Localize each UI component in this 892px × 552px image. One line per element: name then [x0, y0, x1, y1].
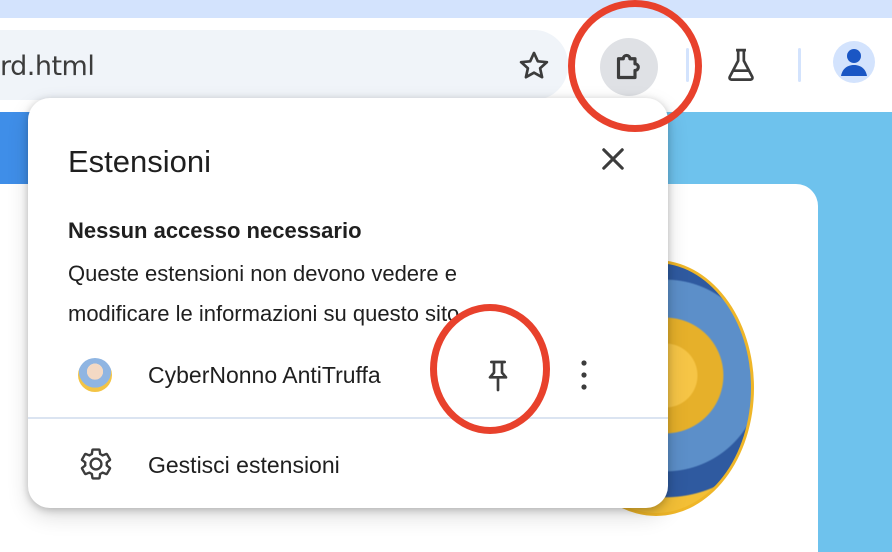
extension-avatar-icon — [78, 358, 112, 392]
extensions-popup: Estensioni Nessun accesso necessario Que… — [28, 98, 668, 508]
manage-extensions-button[interactable]: Gestisci estensioni — [28, 440, 668, 490]
section-title: Nessun accesso necessario — [68, 218, 362, 243]
star-icon[interactable] — [516, 49, 552, 83]
tab-strip — [0, 0, 892, 18]
address-bar-url[interactable]: rd.html — [0, 51, 95, 82]
popup-title: Estensioni — [68, 144, 212, 179]
extension-name[interactable]: CyberNonno AntiTruffa — [148, 362, 381, 389]
more-vert-icon[interactable] — [572, 356, 596, 394]
toolbar-separator — [798, 48, 801, 82]
person-icon — [841, 49, 867, 76]
popup-divider — [28, 417, 668, 419]
flask-icon[interactable] — [724, 46, 758, 84]
gear-icon — [80, 448, 112, 480]
annotation-circle-pin — [430, 304, 550, 434]
annotation-circle-extensions — [568, 0, 702, 132]
address-bar[interactable]: rd.html — [0, 30, 568, 100]
extension-item[interactable]: CyberNonno AntiTruffa — [28, 350, 668, 400]
profile-avatar[interactable] — [833, 41, 875, 83]
manage-extensions-label: Gestisci estensioni — [148, 452, 340, 478]
close-icon[interactable] — [596, 142, 630, 176]
